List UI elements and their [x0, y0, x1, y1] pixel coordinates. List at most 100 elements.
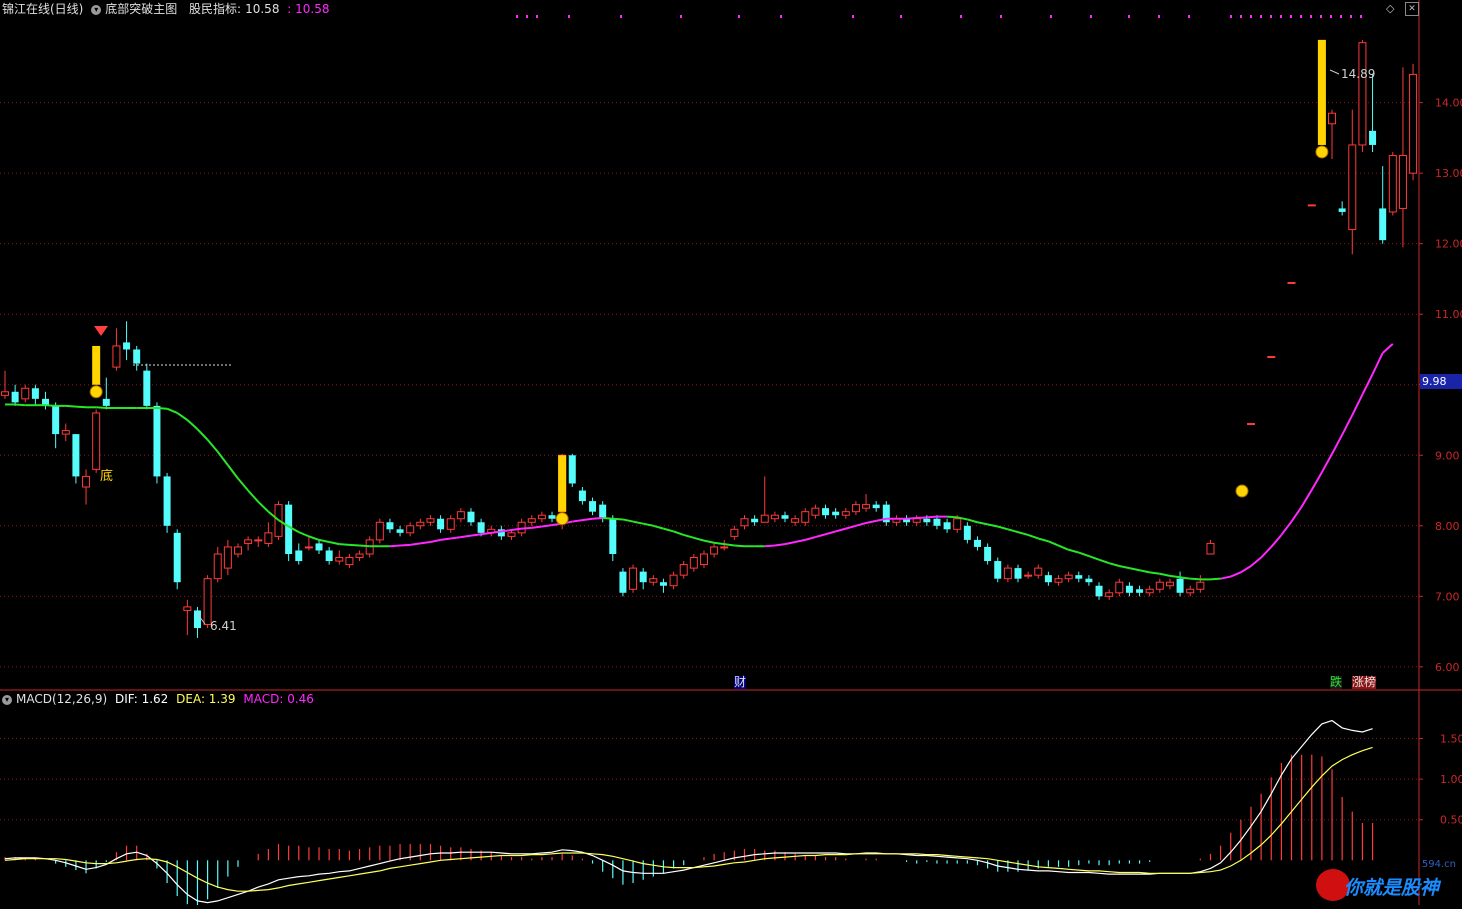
candle-body: [589, 501, 597, 512]
candle-body: [21, 387, 30, 400]
ma-line-segment: [1129, 567, 1140, 572]
candle-body: [1024, 574, 1033, 577]
money-bag-icon: [555, 512, 569, 526]
macd-name[interactable]: MACD(12,26,9): [16, 692, 107, 706]
candle-body: [61, 430, 70, 435]
dropdown-icon[interactable]: ▾: [2, 694, 12, 705]
ma-line-segment: [166, 407, 178, 414]
candle-body: [1409, 73, 1418, 174]
candle-body: [92, 412, 101, 470]
gem-icon: [94, 326, 108, 336]
ma-line-segment: [186, 419, 199, 430]
candle-body: [335, 557, 344, 562]
ma-line-segment: [997, 525, 1009, 531]
close-icon[interactable]: ✕: [1405, 2, 1419, 16]
signal-bar: [92, 345, 101, 385]
ma-line-segment: [1371, 352, 1384, 375]
ma-line-segment: [1280, 520, 1293, 536]
top-signal-dot: [900, 15, 902, 18]
ma-line-segment: [724, 543, 735, 547]
macd-tick-label: 0.50: [1440, 814, 1462, 827]
candle-body: [304, 546, 313, 549]
ma-line-segment: [865, 519, 877, 524]
candle-body: [548, 515, 556, 519]
candle-body: [285, 504, 293, 554]
candle-body: [1176, 578, 1184, 593]
candle-body: [679, 564, 688, 576]
candle-body: [801, 511, 810, 523]
ma-line-segment: [460, 534, 472, 539]
ma-line-segment: [480, 531, 492, 536]
candle-body: [163, 476, 171, 526]
watermark: 594.cn 你就是股神: [1308, 859, 1458, 903]
ma-line-segment: [389, 544, 401, 548]
ma-line-segment: [794, 538, 806, 543]
candle-body: [355, 553, 364, 559]
top-signal-dot: [1350, 15, 1352, 18]
stock-title[interactable]: 锦江在线(日线): [2, 2, 83, 16]
top-signal-dot: [1260, 15, 1262, 18]
candle-body: [52, 405, 60, 435]
candle-body: [1115, 581, 1124, 594]
ma-line-segment: [602, 517, 613, 520]
top-signal-dot: [1090, 15, 1092, 18]
ma-line-segment: [420, 541, 431, 545]
ma-line-segment: [1341, 414, 1354, 436]
indicator-name[interactable]: 底部突破主图: [105, 2, 177, 16]
ma-line-segment: [1190, 577, 1201, 581]
candle-body: [1398, 155, 1407, 209]
ma-line-segment: [653, 524, 664, 530]
ma-line-segment: [612, 517, 623, 521]
ma-line-segment: [764, 544, 775, 548]
candle-body: [943, 522, 951, 530]
signal-bar: [1317, 39, 1326, 145]
dropdown-icon[interactable]: ▾: [91, 4, 102, 15]
limit-board-mark[interactable]: 涨榜: [1352, 676, 1377, 689]
price-tick-label: 9.00: [1435, 449, 1460, 462]
ma-line-segment: [176, 412, 188, 421]
ma-line-segment: [632, 520, 644, 525]
candle-body: [791, 518, 800, 523]
candle-body: [1348, 144, 1357, 231]
ma-line-segment: [622, 518, 634, 523]
top-signal-dot: [1158, 15, 1160, 18]
candle-body: [467, 511, 475, 523]
ma-line-segment: [430, 538, 441, 543]
top-signal-dot: [1240, 15, 1242, 18]
candle-body: [669, 574, 678, 587]
candle-body: [82, 475, 91, 488]
candle-body: [720, 546, 729, 549]
top-signal-dot: [1330, 15, 1332, 18]
top-signal-dot: [620, 15, 622, 18]
ma-line-segment: [1149, 571, 1160, 575]
candle-body: [527, 518, 536, 523]
top-signal-dot: [852, 15, 854, 18]
ma-line-segment: [237, 477, 249, 492]
high-pointer-line: [1329, 69, 1340, 75]
candle-body: [183, 606, 192, 611]
candle-body: [1095, 585, 1103, 597]
top-signal-dot: [1230, 15, 1232, 18]
current-price-tag: 9.98: [1420, 374, 1462, 389]
ma-line-segment: [15, 403, 26, 407]
ma-line-segment: [400, 543, 411, 547]
candle-body: [223, 546, 232, 569]
ma-line-segment: [1230, 571, 1242, 578]
candle-body: [1136, 589, 1144, 593]
top-signal-dot: [1128, 15, 1130, 18]
candle-body: [315, 543, 323, 551]
candle-body: [578, 490, 586, 502]
down-mark[interactable]: 跌: [1330, 676, 1343, 689]
ma-line-segment: [1048, 540, 1059, 547]
finance-mark[interactable]: 财: [734, 676, 747, 689]
candle-body: [984, 546, 992, 562]
ma-line-segment: [1240, 565, 1252, 574]
ma-line-segment: [470, 533, 482, 537]
candle-body: [740, 518, 749, 527]
ma-line-segment: [440, 537, 451, 541]
ma-line-segment: [1351, 394, 1364, 416]
candle-body: [923, 518, 931, 523]
bottom-mark: 底: [100, 469, 114, 484]
restore-icon[interactable]: ◇: [1386, 2, 1394, 15]
ma-line-segment: [1361, 373, 1374, 396]
